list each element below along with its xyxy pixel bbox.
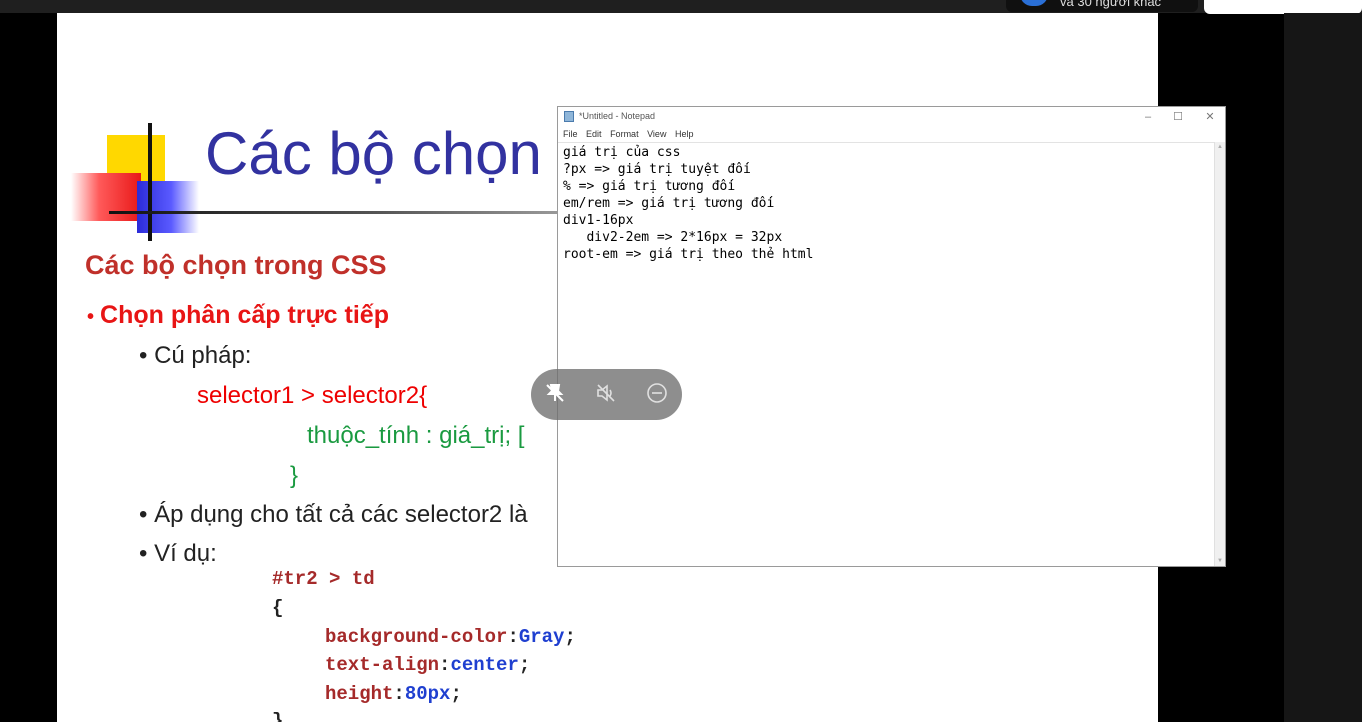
vertical-scrollbar[interactable]: ▲ ▼ <box>1214 142 1225 566</box>
decor-horizontal-line <box>109 211 559 214</box>
decor-vertical-line <box>148 123 152 241</box>
scroll-down-icon[interactable]: ▼ <box>1217 558 1223 564</box>
example-label: • Ví dụ: <box>139 540 217 567</box>
main-bullet: • Chọn phân cấp trực tiếp <box>87 301 389 329</box>
code-close-brace: } <box>272 710 284 722</box>
notepad-editor[interactable]: giá trị của css ?px => giá trị tuyệt đối%… <box>558 142 1216 566</box>
syntax-close: } <box>290 462 299 489</box>
slide-subtitle: Các bộ chọn trong CSS <box>85 250 387 280</box>
notepad-icon <box>564 111 574 122</box>
menu-file[interactable]: File <box>563 129 578 139</box>
avatar <box>1020 0 1048 6</box>
text-line: ?px => giá trị tuyệt đối <box>563 162 751 177</box>
code-selector: #tr2 > td <box>272 568 375 590</box>
code-line-height: height:80px; <box>325 683 462 705</box>
volume-off-icon[interactable] <box>593 382 619 408</box>
notepad-titlebar[interactable]: *Untitled - Notepad – ☐ ✕ <box>558 107 1225 127</box>
text-line: div1-16px <box>563 213 634 228</box>
syntax-property: thuộc_tính : giá_trị; [ <box>307 422 525 449</box>
top-right-panel <box>1204 0 1362 14</box>
close-button[interactable]: ✕ <box>1200 109 1220 125</box>
menu-help[interactable]: Help <box>675 129 694 139</box>
text-line: div2-2em => 2*16px = 32px <box>563 230 783 245</box>
side-panel <box>1284 13 1362 722</box>
apply-text: • Áp dụng cho tất cả các selector2 là <box>139 501 528 528</box>
code-line-text-align: text-align:center; <box>325 654 531 676</box>
text-line: giá trị của css <box>563 145 681 160</box>
notepad-window[interactable]: *Untitled - Notepad – ☐ ✕ File Edit Form… <box>557 106 1226 567</box>
code-line-background: background-color:Gray; <box>325 626 576 648</box>
syntax-selector: selector1 > selector2{ <box>197 382 428 409</box>
slide-title: Các bộ chọn <box>205 120 542 187</box>
minimize-button[interactable]: – <box>1138 109 1158 125</box>
participants-text: và 30 người khác <box>1060 0 1162 9</box>
code-open-brace: { <box>272 597 284 619</box>
decor-blue-square <box>137 181 199 233</box>
text-line: root-em => giá trị theo thẻ html <box>563 247 814 262</box>
remove-icon[interactable] <box>644 382 670 408</box>
pin-off-icon[interactable] <box>542 382 568 408</box>
text-line: em/rem => giá trị tương đối <box>563 196 775 211</box>
main-bullet-text: Chọn phân cấp trực tiếp <box>100 301 389 329</box>
menu-format[interactable]: Format <box>610 129 639 139</box>
maximize-button[interactable]: ☐ <box>1168 109 1188 125</box>
notepad-text[interactable]: giá trị của css ?px => giá trị tuyệt đối%… <box>563 144 813 263</box>
menu-view[interactable]: View <box>647 129 666 139</box>
menu-edit[interactable]: Edit <box>586 129 602 139</box>
meeting-controls <box>531 369 682 420</box>
syntax-label: • Cú pháp: <box>139 342 252 369</box>
notepad-title: *Untitled - Notepad <box>579 111 656 121</box>
notepad-menubar: File Edit Format View Help <box>563 129 699 139</box>
text-line: % => giá trị tương đối <box>563 179 736 194</box>
scroll-up-icon[interactable]: ▲ <box>1217 144 1223 150</box>
participants-pill[interactable]: và 30 người khác <box>1006 0 1198 12</box>
